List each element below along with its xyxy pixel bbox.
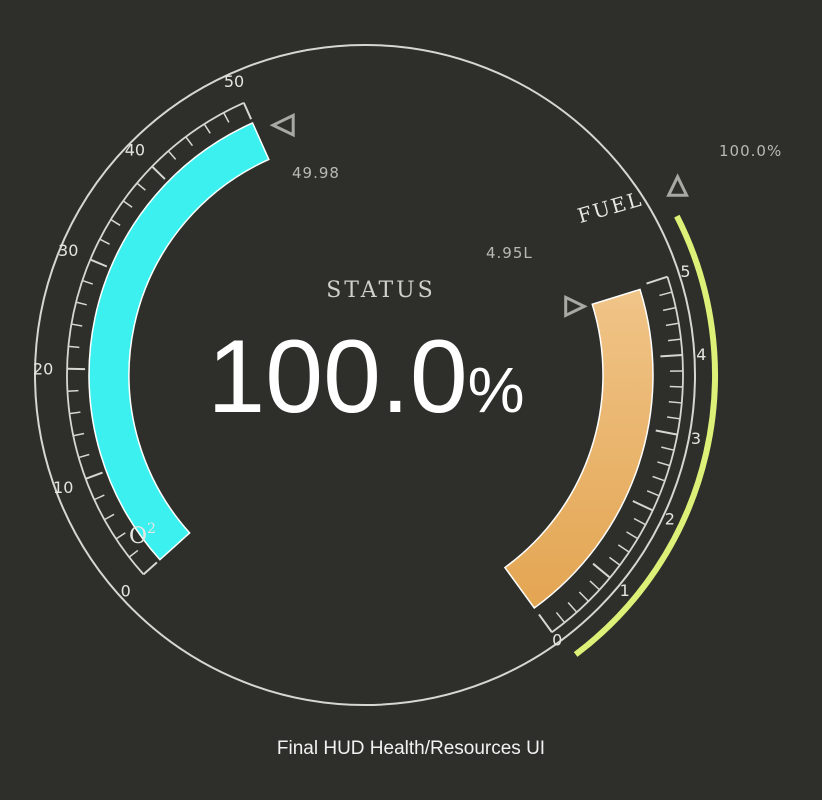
fuel-scale-tick: [668, 401, 682, 404]
fuel-scale-tick: [660, 354, 683, 358]
oxygen-scale-tick: [82, 279, 94, 285]
fuel-scale-tick: [646, 490, 660, 497]
oxygen-scale-label: 20: [33, 359, 53, 378]
oxygen-scale-tick: [115, 532, 126, 540]
fuel-label: FUEL: [575, 187, 646, 228]
fuel-scale-tick: [665, 322, 679, 327]
oxygen-scale-tick: [67, 389, 79, 392]
fuel-scale-tick: [632, 500, 654, 512]
fuel-scale-tick: [652, 475, 666, 482]
status-unit: %: [468, 354, 525, 426]
fuel-scale-tick: [617, 544, 630, 553]
oxygen-scale-label: 30: [58, 241, 78, 260]
fuel-scale-tick: [609, 556, 621, 566]
oxygen-scale-tick: [75, 301, 87, 306]
fuel-scale-tick: [578, 591, 589, 602]
fuel-scale-tick: [555, 611, 566, 624]
fuel-scale-label: 4: [696, 345, 706, 364]
fuel-scale-tick: [667, 338, 682, 342]
oxygen-scale-tick: [222, 112, 230, 123]
fuel-scale-tick: [666, 416, 681, 420]
oxygen-scale-tick: [167, 150, 177, 160]
fuel-scale-label: 5: [680, 262, 690, 281]
oxygen-scale-tick: [71, 323, 83, 327]
fuel-scale-label: 0: [552, 631, 562, 650]
fuel-scale-tick: [662, 306, 676, 312]
oxygen-scale-label: 0: [121, 582, 131, 601]
triangle-pointer-icon: [666, 173, 689, 197]
oxygen-scale-tick: [78, 453, 90, 459]
oxygen-scale-tick: [128, 549, 139, 558]
oxygen-scale-tick: [68, 345, 80, 349]
triangle-pointer-icon: [269, 113, 295, 138]
oxygen-scale-tick: [85, 471, 103, 480]
oxygen-scale-label: 50: [224, 72, 244, 91]
oxygen-scale-label: 10: [53, 478, 73, 497]
oxygen-scale-tick: [151, 165, 166, 180]
fuel-scale-tick: [538, 613, 553, 633]
fuel-scale-label: 3: [691, 429, 701, 448]
oxygen-label-superscript: 2: [147, 521, 156, 537]
fuel-scale-tick: [646, 275, 668, 285]
status-value: 100.0%: [207, 319, 524, 435]
caption: Final HUD Health/Resources UI: [276, 738, 546, 759]
fuel-scale-tick: [592, 562, 611, 579]
fuel-scale-tick: [655, 429, 678, 436]
fuel-scale-tick: [661, 446, 675, 451]
fuel-level-bar: [503, 288, 654, 610]
oxygen-scale-tick: [69, 411, 81, 415]
fuel-scale-tick: [589, 580, 601, 591]
fuel-scale-tick: [657, 461, 671, 467]
oxygen-scale-tick: [142, 561, 158, 576]
oxygen-scale-tick: [203, 123, 211, 134]
status-label: STATUS: [326, 278, 436, 303]
integrity-readout: 100.0%: [719, 142, 782, 160]
fuel-scale-tick: [567, 602, 578, 613]
oxygen-scale-tick: [110, 218, 121, 226]
fuel-scale-tick: [633, 517, 646, 526]
oxygen-scale-tick: [104, 513, 115, 521]
fuel-scale-tick: [659, 291, 673, 297]
oxygen-scale-tick: [185, 136, 194, 147]
oxygen-scale-tick: [93, 494, 105, 501]
fuel-readout: 4.95L: [486, 244, 533, 262]
oxygen-scale-tick: [99, 238, 110, 245]
oxygen-scale-tick: [122, 200, 133, 208]
oxygen-readout: 49.98: [292, 164, 340, 182]
fuel-scale-label: 1: [620, 581, 630, 600]
status-display: STATUS 100.0%: [207, 278, 524, 435]
hud-gauge: 01020304050 49.98 O2 012345 4.95L FUEL 1…: [33, 44, 782, 706]
fuel-scale-tick: [626, 531, 639, 540]
oxygen-scale-label: 40: [125, 141, 145, 160]
oxygen-scale-tick: [73, 432, 85, 437]
oxygen-scale-tick: [242, 102, 253, 120]
oxygen-scale-tick: [136, 182, 146, 191]
oxygen-scale-tick: [89, 258, 108, 268]
triangle-pointer-icon: [564, 295, 588, 318]
fuel-scale-label: 2: [665, 510, 675, 529]
